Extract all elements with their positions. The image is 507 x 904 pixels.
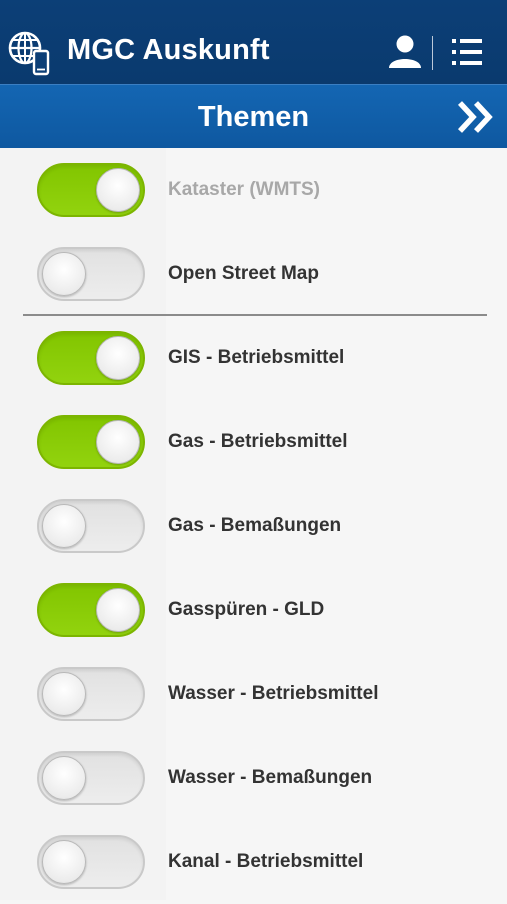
- layer-row: Wasser - Bemaßungen: [0, 736, 507, 820]
- layer-label: Open Street Map: [168, 263, 319, 284]
- list-menu-icon[interactable]: [451, 37, 483, 67]
- layer-label: Kanal - Betriebsmittel: [168, 851, 364, 872]
- layer-row: GIS - Betriebsmittel: [0, 316, 507, 400]
- layer-label: GIS - Betriebsmittel: [168, 347, 345, 368]
- layer-label: Gas - Betriebsmittel: [168, 431, 348, 452]
- layer-toggle[interactable]: [37, 163, 145, 217]
- toggle-knob: [96, 168, 140, 212]
- layer-toggle[interactable]: [37, 751, 145, 805]
- layer-row: Gas - Bemaßungen: [0, 484, 507, 568]
- themes-bar: Themen: [0, 84, 507, 148]
- layer-label: Gasspüren - GLD: [168, 599, 325, 620]
- toggle-knob: [42, 756, 86, 800]
- layer-label: Wasser - Bemaßungen: [168, 767, 373, 788]
- page-title: Themen: [197, 101, 310, 133]
- layer-row: Open Street Map: [0, 232, 507, 316]
- layer-row: Wasser - Betriebsmittel: [0, 652, 507, 736]
- toggle-knob: [42, 840, 86, 884]
- app-title: MGC Auskunft: [67, 34, 270, 66]
- app-header: MGC Auskunft: [0, 0, 507, 84]
- list-divider: [23, 314, 487, 316]
- toggle-knob: [42, 252, 86, 296]
- layer-label: Kataster (WMTS): [168, 179, 321, 200]
- layer-row: Kanal - Betriebsmittel: [0, 820, 507, 904]
- layer-row: Kataster (WMTS): [0, 148, 507, 232]
- toggle-knob: [96, 336, 140, 380]
- layer-row: Gas - Betriebsmittel: [0, 400, 507, 484]
- layer-toggle[interactable]: [37, 583, 145, 637]
- layer-toggle[interactable]: [37, 331, 145, 385]
- layer-toggle[interactable]: [37, 667, 145, 721]
- layer-label: Wasser - Betriebsmittel: [168, 683, 379, 704]
- header-separator: [432, 36, 433, 70]
- layer-toggle[interactable]: [37, 499, 145, 553]
- layer-row: Gasspüren - GLD: [0, 568, 507, 652]
- globe-device-icon: [8, 31, 50, 76]
- layer-label: Gas - Bemaßungen: [168, 515, 342, 536]
- layer-toggle[interactable]: [37, 835, 145, 889]
- toggle-knob: [96, 588, 140, 632]
- layer-toggle[interactable]: [37, 415, 145, 469]
- layer-toggle[interactable]: [37, 247, 145, 301]
- double-chevron-right-icon[interactable]: [454, 99, 500, 135]
- toggle-knob: [96, 420, 140, 464]
- user-icon[interactable]: [387, 34, 423, 70]
- toggle-knob: [42, 504, 86, 548]
- toggle-knob: [42, 672, 86, 716]
